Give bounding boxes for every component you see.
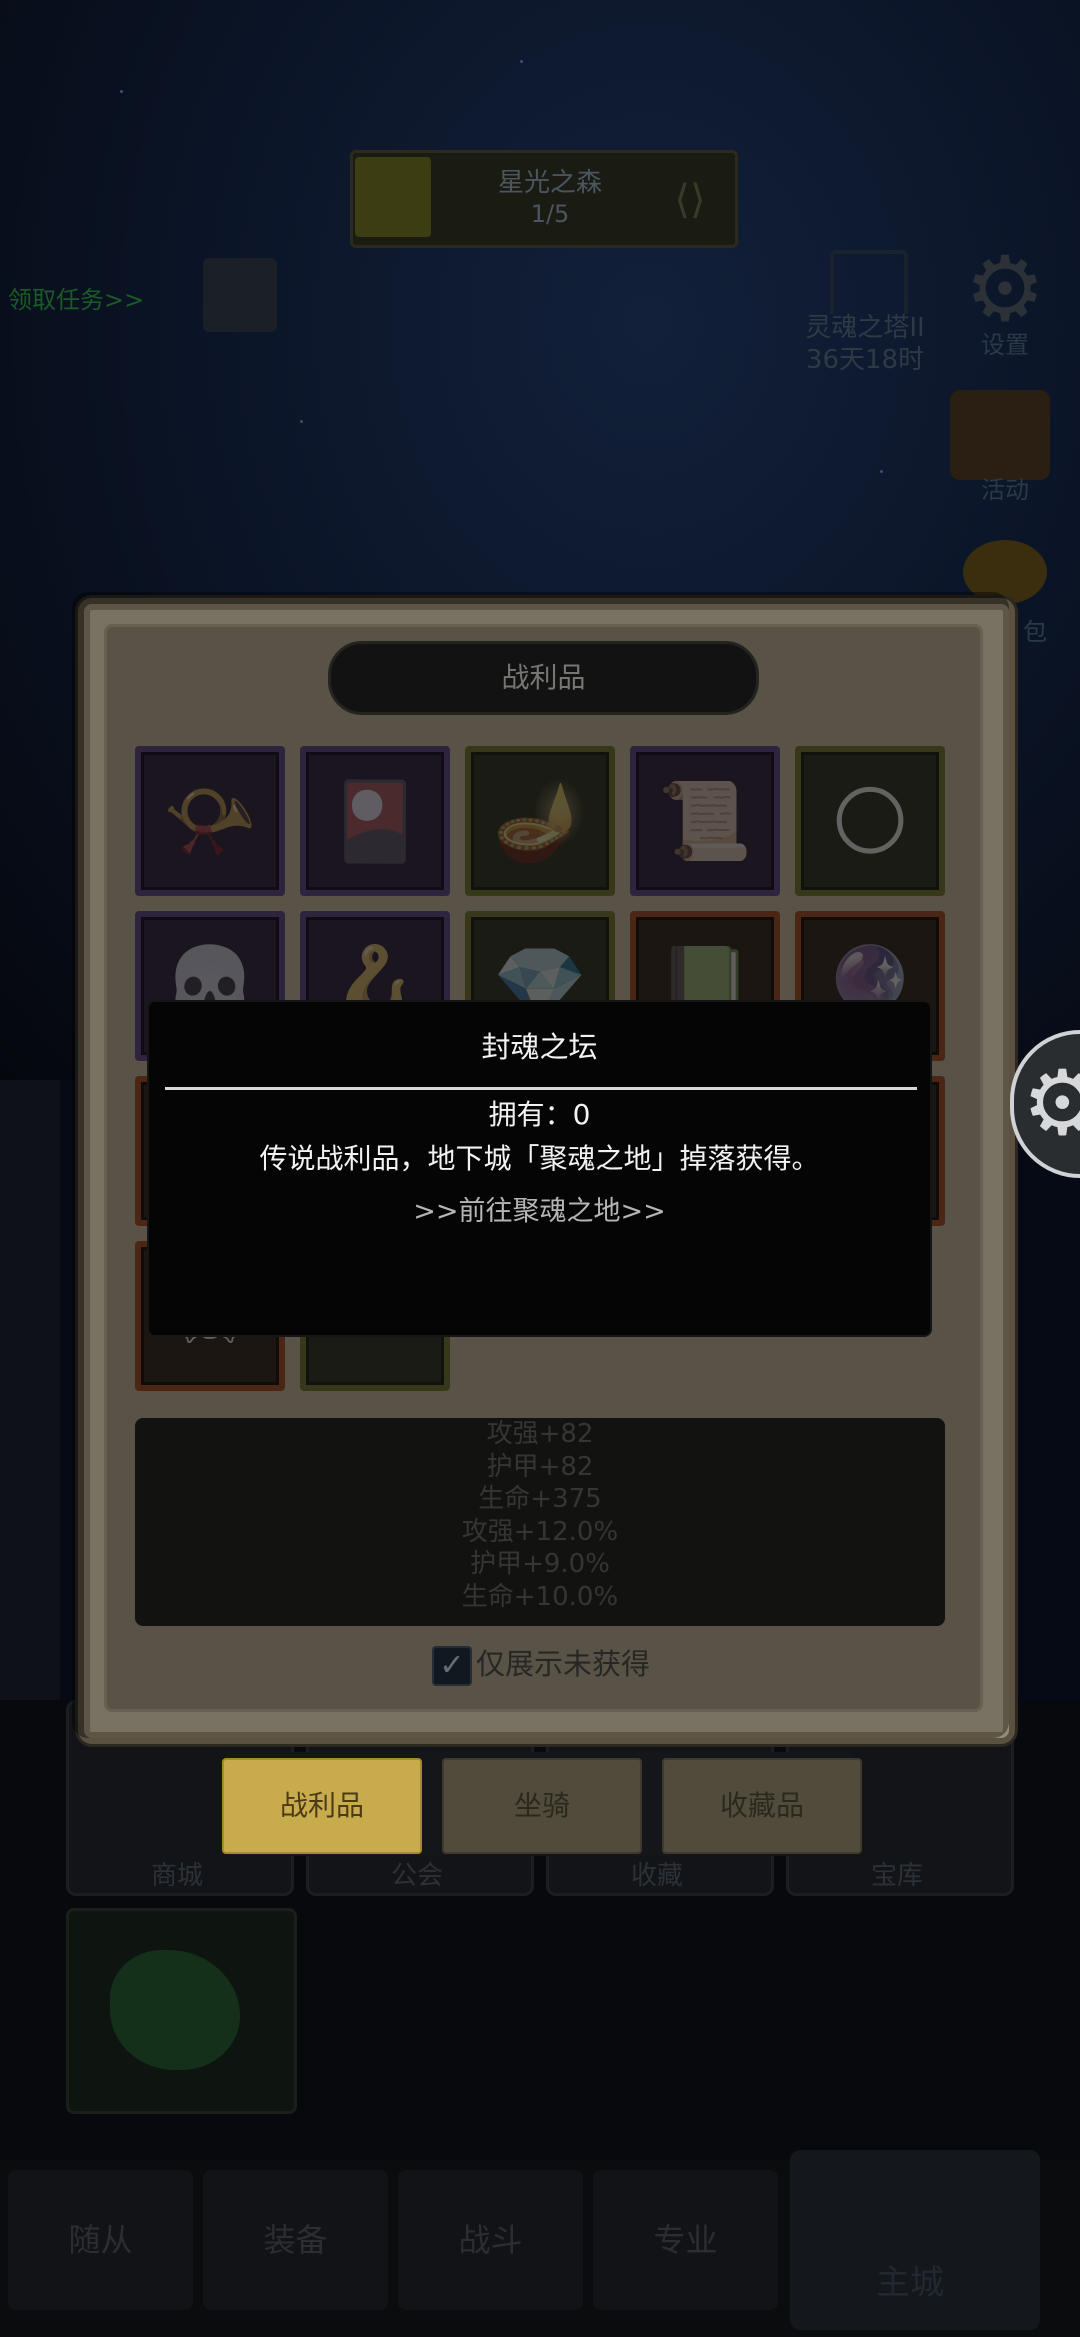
collection-label: 收藏 bbox=[630, 1861, 683, 1891]
guild-label: 公会 bbox=[390, 1861, 443, 1891]
nav-profession[interactable]: 专业 bbox=[593, 2170, 778, 2310]
tower-name: 灵魂之塔II bbox=[805, 313, 925, 343]
star-decoration bbox=[520, 60, 523, 63]
settings-label: 设置 bbox=[981, 331, 1029, 359]
tower-info: 灵魂之塔II 36天18时 bbox=[780, 312, 950, 376]
nav-battle[interactable]: 战斗 bbox=[398, 2170, 583, 2310]
tab-collectibles[interactable]: 收藏品 bbox=[662, 1758, 862, 1854]
quest-link[interactable]: 领取任务>> bbox=[8, 280, 144, 315]
shop-label: 商城 bbox=[150, 1861, 203, 1891]
nav-equipment[interactable]: 装备 bbox=[203, 2170, 388, 2310]
star-decoration bbox=[300, 420, 303, 423]
tooltip-description: 传说战利品，地下城「聚魂之地」掉落获得。 bbox=[259, 1142, 820, 1175]
goto-dungeon-link[interactable]: >>前往聚魂之地>> bbox=[149, 1194, 930, 1230]
nav-followers[interactable]: 随从 bbox=[8, 2170, 193, 2310]
nav-main-city-label: 主城 bbox=[876, 2263, 944, 2303]
vault-label: 宝库 bbox=[870, 1861, 923, 1891]
tooltip-divider bbox=[165, 1087, 917, 1090]
star-decoration bbox=[120, 90, 123, 93]
star-decoration bbox=[880, 470, 883, 473]
events-label: 活动 bbox=[981, 476, 1029, 504]
tooltip-owned: 拥有：0 bbox=[488, 1098, 591, 1131]
scroll-icon[interactable] bbox=[950, 390, 1050, 480]
tower-icon[interactable] bbox=[830, 250, 908, 314]
tab-loot[interactable]: 战利品 bbox=[222, 1758, 422, 1854]
map-progress: 1/5 bbox=[530, 200, 570, 228]
tab-mounts[interactable]: 坐骑 bbox=[442, 1758, 642, 1854]
map-name: 星光之森 bbox=[497, 168, 602, 198]
tooltip-title: 封魂之坛 bbox=[481, 1030, 598, 1064]
tower-timer: 36天18时 bbox=[805, 345, 925, 375]
switch-map-icon[interactable]: ⟨⟩ bbox=[665, 175, 715, 225]
map-thumbnail bbox=[355, 157, 431, 237]
quest-icon[interactable] bbox=[203, 258, 277, 332]
